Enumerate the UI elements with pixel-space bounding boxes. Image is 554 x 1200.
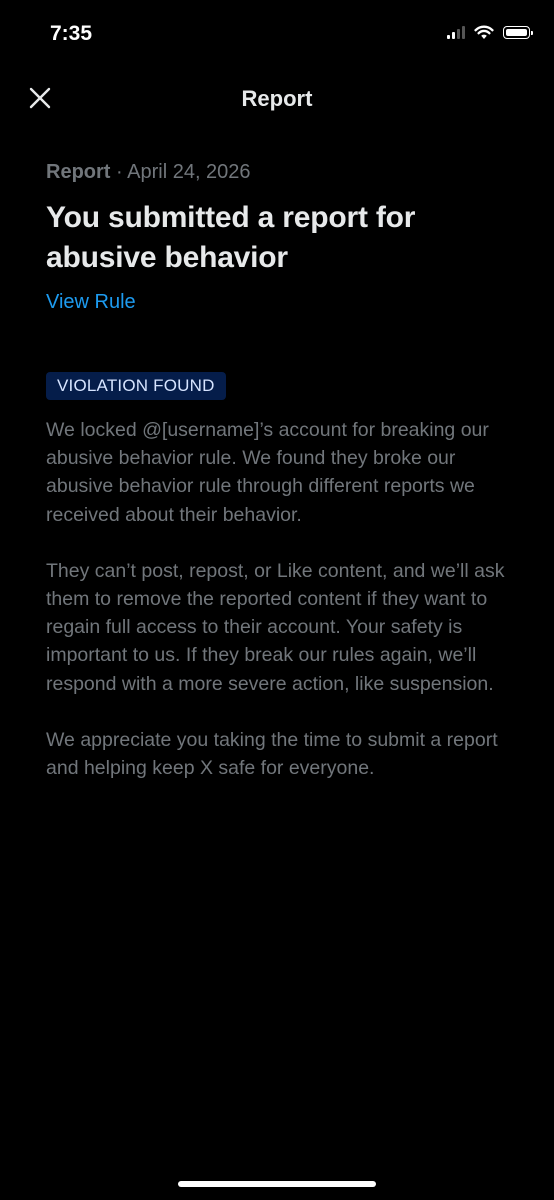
- status-icons: [447, 25, 533, 40]
- report-date: April 24, 2026: [127, 161, 251, 183]
- page-title: Report: [241, 86, 313, 111]
- report-paragraph-3: We appreciate you taking the time to sub…: [46, 728, 498, 780]
- nav-bar: Report: [0, 74, 554, 124]
- report-content: Report · April 24, 2026 You submitted a …: [46, 158, 506, 782]
- report-meta-label: Report: [46, 161, 111, 183]
- home-indicator[interactable]: [178, 1181, 376, 1187]
- status-time: 7:35: [50, 22, 93, 45]
- report-meta: Report · April 24, 2026: [46, 158, 506, 186]
- cellular-signal-icon: [447, 26, 465, 39]
- violation-badge: VIOLATION FOUND: [46, 372, 226, 400]
- wifi-icon: [474, 25, 494, 39]
- report-paragraph-2: They can’t post, repost, or Like content…: [46, 559, 505, 695]
- meta-separator: ·: [110, 161, 128, 183]
- battery-icon: [503, 26, 533, 39]
- view-rule-link[interactable]: View Rule: [46, 288, 136, 316]
- report-paragraph-1: We locked @[username]’s account for brea…: [46, 419, 489, 526]
- report-headline: You submitted a report for abusive behav…: [46, 201, 416, 274]
- status-bar: 7:35: [0, 0, 554, 70]
